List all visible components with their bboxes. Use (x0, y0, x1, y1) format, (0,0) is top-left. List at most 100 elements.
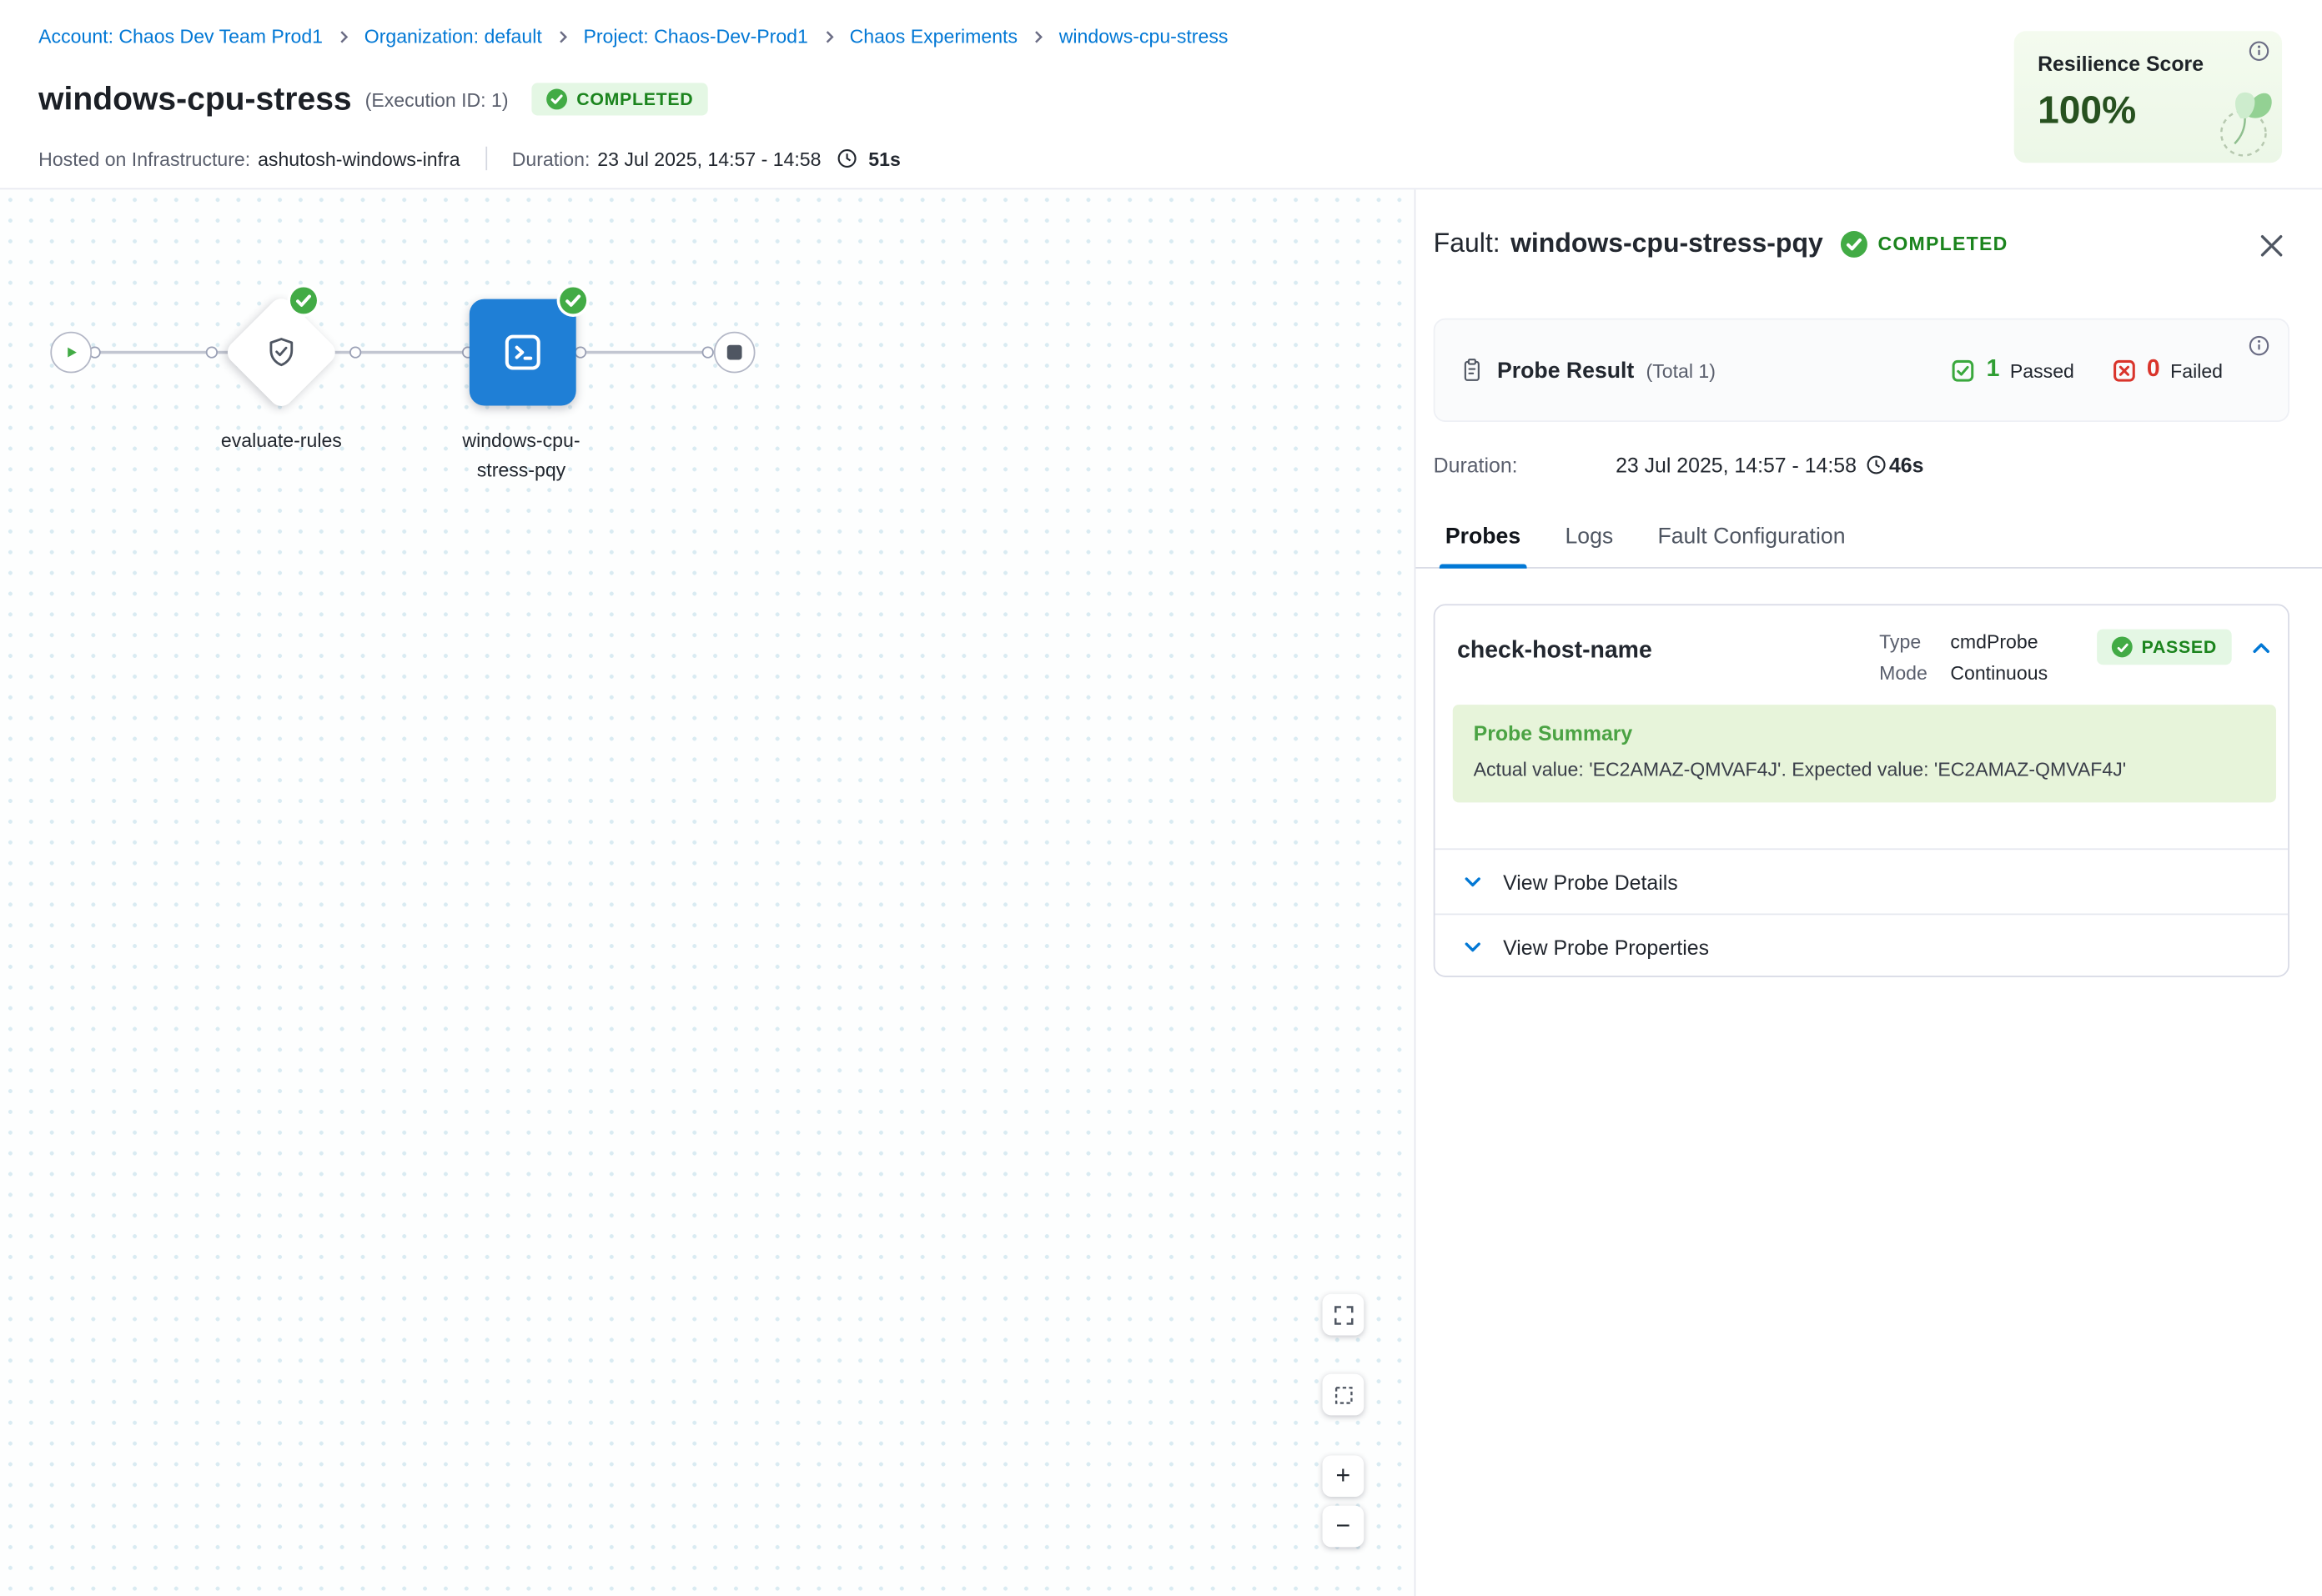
breadcrumb-account[interactable]: Account: Chaos Dev Team Prod1 (38, 25, 323, 48)
connector-port (575, 346, 586, 358)
page-header: Account: Chaos Dev Team Prod1 Organizati… (0, 0, 2322, 189)
breadcrumb-chaos-experiments[interactable]: Chaos Experiments (850, 25, 1018, 48)
breadcrumb-organization[interactable]: Organization: default (364, 25, 542, 48)
breadcrumb: Account: Chaos Dev Team Prod1 Organizati… (38, 25, 1228, 48)
view-probe-properties-row[interactable]: View Probe Properties (1435, 913, 2288, 978)
title-row: windows-cpu-stress (Execution ID: 1) COM… (38, 80, 708, 118)
node-label-windows-cpu-stress-pqy: windows-cpu-stress-pqy (435, 426, 607, 485)
fault-duration-label: Duration: (1434, 453, 1616, 476)
success-badge-icon (290, 287, 317, 314)
probe-summary-box: Probe Summary Actual value: 'EC2AMAZ-QMV… (1453, 705, 2276, 802)
resilience-score-card: Resilience Score 100% (2014, 31, 2282, 163)
probe-result-left: Probe Result (Total 1) (1459, 357, 1716, 384)
clipboard-icon (1459, 357, 1485, 384)
breadcrumb-project[interactable]: Project: Chaos-Dev-Prod1 (583, 25, 807, 48)
passed-count: 1 (1987, 357, 2000, 384)
tab-logs[interactable]: Logs (1565, 524, 1613, 567)
zoom-out-button[interactable]: − (1323, 1506, 1365, 1548)
chevron-right-icon (555, 29, 570, 44)
info-icon[interactable] (2248, 40, 2270, 63)
pipeline-stop-node[interactable] (714, 332, 756, 374)
pipeline-edge (92, 351, 714, 354)
probe-result-title: Probe Result (1497, 358, 1634, 383)
chevron-right-icon (822, 29, 837, 44)
stop-icon (727, 345, 742, 360)
chevron-up-icon[interactable] (2249, 636, 2273, 660)
infra-label: Hosted on Infrastructure: (38, 148, 250, 170)
tab-fault-configuration[interactable]: Fault Configuration (1657, 524, 1845, 567)
passed-check-icon (1951, 358, 1976, 383)
probe-result-card: Probe Result (Total 1) 1 Passed 0 Failed (1434, 319, 2289, 422)
leaf-decoration (2181, 80, 2276, 160)
selection-tool-button[interactable] (1323, 1374, 1365, 1416)
duration-elapsed: 51s (868, 148, 901, 170)
fault-details-panel: Fault: windows-cpu-stress-pqy COMPLETED … (1415, 189, 2322, 1596)
fault-duration-value: 23 Jul 2025, 14:57 - 14:58 (1616, 453, 1857, 476)
fullscreen-button[interactable] (1323, 1294, 1365, 1336)
chevron-right-icon (336, 29, 351, 44)
infra-value: ashutosh-windows-infra (258, 148, 460, 170)
fullscreen-icon (1332, 1303, 1354, 1326)
check-circle-icon (547, 89, 568, 110)
probe-result-counts: 1 Passed 0 Failed (1951, 357, 2223, 384)
tab-probes[interactable]: Probes (1445, 524, 1520, 567)
clock-icon (1866, 454, 1887, 475)
fault-header: Fault: windows-cpu-stress-pqy COMPLETED (1434, 228, 2008, 258)
probe-result-total: (Total 1) (1646, 359, 1716, 382)
probe-meta: Type cmdProbe Mode Continuous (1879, 622, 2048, 685)
connector-port (349, 346, 361, 358)
node-evaluate-rules[interactable] (223, 294, 340, 411)
detail-tabs: Probes Logs Fault Configuration (1415, 506, 2322, 569)
fault-duration-elapsed: 46s (1889, 453, 1923, 476)
fault-name: windows-cpu-stress-pqy (1510, 228, 1823, 258)
resilience-score-label: Resilience Score (2038, 52, 2204, 75)
zoom-in-button[interactable]: + (1323, 1455, 1365, 1497)
app-root: Account: Chaos Dev Team Prod1 Organizati… (0, 0, 2322, 1596)
chevron-down-icon (1461, 871, 1484, 893)
view-probe-properties-label: View Probe Properties (1503, 935, 1709, 958)
failed-label: Failed (2170, 359, 2223, 382)
probe-summary-title: Probe Summary (1474, 721, 2255, 745)
success-badge-icon (560, 287, 586, 314)
breadcrumb-current[interactable]: windows-cpu-stress (1059, 25, 1229, 48)
passed-label: Passed (2010, 359, 2074, 382)
execution-id: (Execution ID: 1) (365, 88, 509, 111)
view-probe-details-label: View Probe Details (1503, 870, 1678, 893)
connector-port (206, 346, 218, 358)
node-label-evaluate-rules: evaluate-rules (178, 426, 385, 456)
duration-value: 23 Jul 2025, 14:57 - 14:58 (597, 148, 821, 170)
fault-label: Fault: (1434, 228, 1500, 258)
probe-name: check-host-name (1457, 638, 1652, 665)
play-icon (63, 344, 80, 361)
divider (485, 147, 487, 170)
probe-status-badge: PASSED (2097, 630, 2231, 665)
connector-port (702, 346, 714, 358)
pipeline-start-node[interactable] (50, 332, 92, 374)
info-icon[interactable] (2248, 334, 2270, 357)
fault-status: COMPLETED (1877, 233, 2008, 255)
status-badge: COMPLETED (532, 83, 708, 115)
chevron-right-icon (1031, 29, 1046, 44)
close-icon[interactable] (2257, 231, 2287, 261)
probe-type-label: Type (1879, 630, 1950, 653)
check-circle-icon (2112, 636, 2133, 657)
status-badge-label: COMPLETED (576, 89, 693, 110)
fault-node-icon (499, 329, 546, 376)
chevron-down-icon (1461, 936, 1484, 958)
probe-summary-text: Actual value: 'EC2AMAZ-QMVAF4J'. Expecte… (1474, 758, 2255, 780)
pipeline-canvas[interactable]: evaluate-rules windows-cpu-stress-pqy + … (0, 189, 1415, 1596)
probe-mode-value: Continuous (1950, 662, 2048, 685)
probe-card-check-host-name: check-host-name Type cmdProbe Mode Conti… (1434, 604, 2289, 976)
view-probe-details-row[interactable]: View Probe Details (1435, 848, 2288, 913)
failed-x-icon (2111, 358, 2136, 383)
shield-check-icon (264, 334, 299, 370)
check-circle-icon (1841, 230, 1867, 257)
node-windows-cpu-stress-pqy[interactable] (470, 299, 576, 406)
selection-box-icon (1332, 1383, 1354, 1406)
failed-count: 0 (2147, 357, 2160, 384)
clock-icon (837, 148, 858, 169)
probe-mode-label: Mode (1879, 662, 1950, 685)
probe-type-value: cmdProbe (1950, 630, 2038, 653)
page-title: windows-cpu-stress (38, 80, 351, 118)
duration-label: Duration: (512, 148, 591, 170)
